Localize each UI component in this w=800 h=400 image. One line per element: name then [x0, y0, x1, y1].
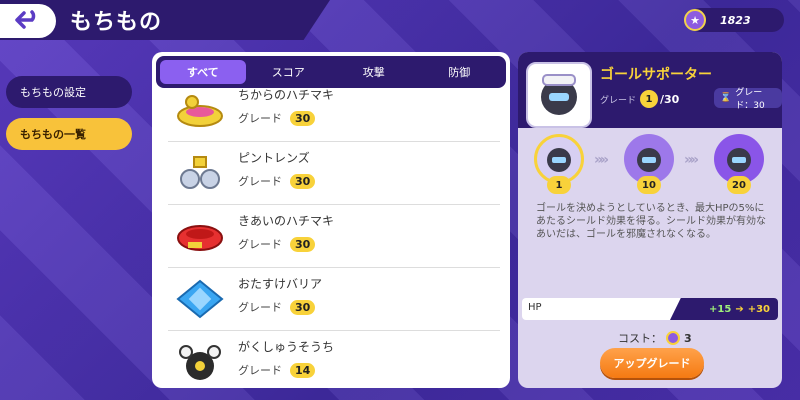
scope-lens-icon [172, 149, 228, 197]
chevron-right-icon: »» [684, 152, 699, 168]
item-ticket-icon: ★ [684, 9, 706, 31]
grade-badge: 30 [290, 173, 316, 189]
page-title: もちもの [70, 10, 163, 35]
cost-value: 3 [684, 331, 692, 345]
tier-badge: 10 [637, 176, 661, 194]
list-item[interactable]: ピントレンズ グレード 30 [168, 143, 500, 205]
chevron-right-icon: »» [594, 152, 609, 168]
list-item[interactable]: おたすけバリア グレード 30 [168, 269, 500, 331]
grade-badge: 30 [290, 110, 316, 126]
item-grade: グレード 14 [238, 362, 316, 378]
sidebar-item-label: もちもの設定 [20, 86, 86, 99]
tier-badge: 20 [727, 176, 751, 194]
grade-label: グレード [238, 238, 282, 251]
max-grade: /30 [660, 92, 680, 106]
grade-badge: 30 [290, 299, 316, 315]
exp-share-icon [172, 338, 228, 386]
arrow-right-icon: ➔ [735, 303, 744, 315]
item-enhancer-icon [666, 331, 680, 345]
back-arrow-icon [15, 10, 36, 29]
stat-values: +15 ➔ +30 [670, 298, 778, 320]
item-grade: グレード 30 [238, 110, 316, 126]
item-name: きあいのハチマキ [238, 214, 335, 228]
list-item[interactable]: きあいのハチマキ グレード 30 [168, 206, 500, 268]
coin-value: 1823 [720, 13, 751, 27]
list-item[interactable]: がくしゅうそうち グレード 14 [168, 332, 500, 388]
list-item[interactable]: ちからのハチマキ グレード 30 [168, 80, 500, 142]
grade-label: グレード [238, 364, 282, 377]
grade-badge: 30 [290, 236, 316, 252]
tier-badge: 1 [547, 176, 571, 194]
item-grade: グレード 30 [238, 299, 316, 315]
grade-chip: ⌛ グレード：30 [714, 88, 782, 111]
item-name: ちからのハチマキ [238, 88, 335, 102]
detail-grade-label: グレード [600, 95, 637, 106]
item-name: ピントレンズ [238, 151, 310, 165]
focus-band-icon [172, 212, 228, 260]
item-list-panel: すべて スコア 攻撃 防御 ちからのハチマキ グレード 30 ピントレンズ グレ… [152, 52, 510, 388]
upgrade-cost: コスト： 3 [618, 330, 692, 346]
detail-grade: グレード 1 /30 [600, 90, 679, 108]
back-button[interactable] [0, 4, 56, 38]
buddy-barrier-icon [172, 275, 228, 323]
item-name: がくしゅうそうち [238, 340, 335, 354]
item-detail-panel: ゴールサポーター グレード 1 /30 ⌛ グレード：30 »» »» 1 10… [518, 52, 782, 388]
sidebar-item-list[interactable]: もちもの一覧 [6, 118, 132, 150]
header: もちもの ★ 1823 [0, 0, 800, 40]
upgrade-button[interactable]: アップグレード [600, 348, 704, 378]
grade-label: グレード [238, 301, 282, 314]
current-grade: 1 [640, 90, 659, 108]
stat-row: HP +15 ➔ +30 [522, 298, 778, 320]
hourglass-icon: ⌛ [720, 93, 732, 103]
item-grade: グレード 30 [238, 236, 316, 252]
grade-label: グレード [238, 175, 282, 188]
sidebar-item-label: もちもの一覧 [20, 128, 86, 141]
grade-badge: 14 [290, 362, 316, 378]
grade-label: グレード [238, 112, 282, 125]
cost-label: コスト： [618, 332, 662, 345]
stat-next: +30 [747, 303, 770, 315]
item-name: おたすけバリア [238, 277, 323, 291]
sidebar-item-settings[interactable]: もちもの設定 [6, 76, 132, 108]
item-description: ゴールを決めようとしているとき、最大HPの5%にあたるシールド効果を得る。シール… [536, 203, 766, 240]
muscle-band-icon [172, 86, 228, 134]
grade-chip-text: グレード：30 [735, 88, 765, 111]
stat-current: +15 [709, 303, 732, 315]
coin-counter: ★ 1823 [684, 8, 784, 32]
detail-item-name: ゴールサポーター [600, 67, 712, 83]
goal-getter-icon [526, 62, 592, 128]
stat-label: HP [528, 302, 542, 313]
item-grade: グレード 30 [238, 173, 316, 189]
